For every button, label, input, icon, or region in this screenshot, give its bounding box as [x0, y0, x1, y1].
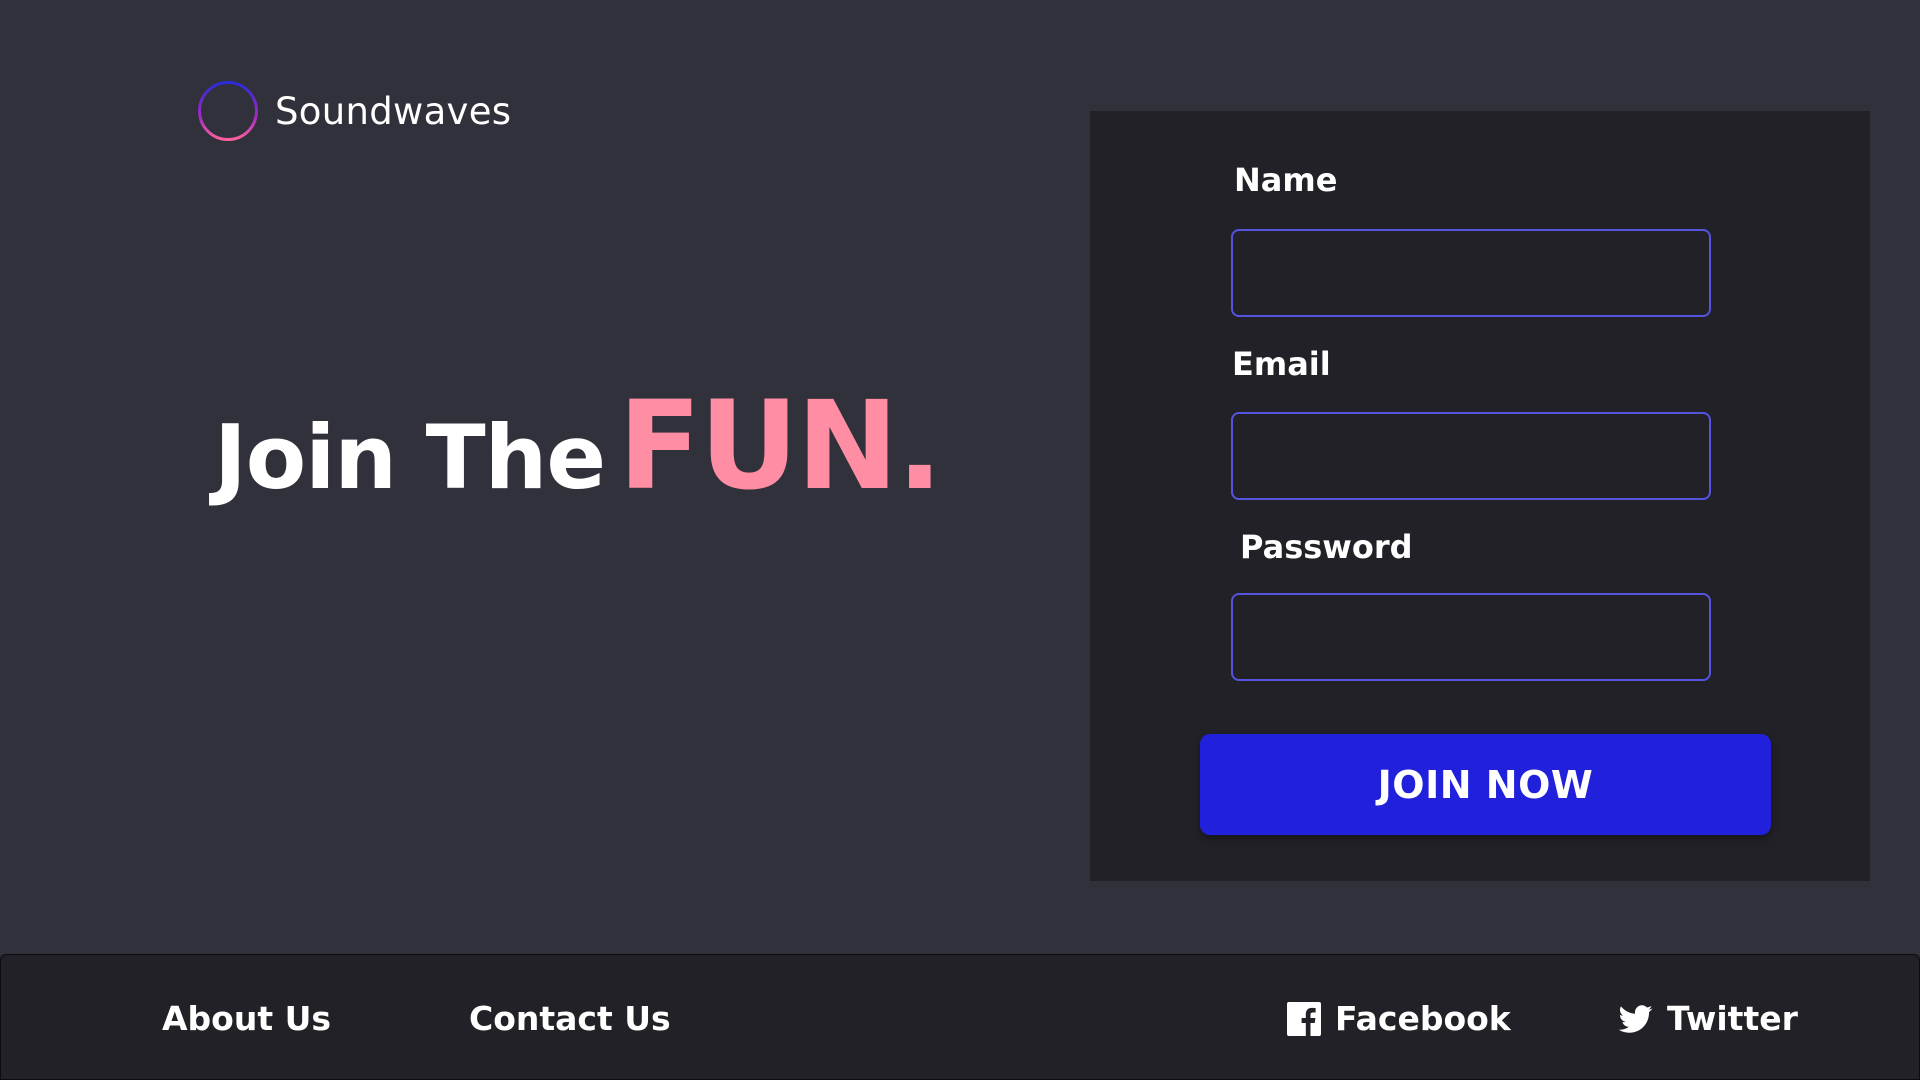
- facebook-icon: [1287, 1001, 1321, 1036]
- signup-page: Soundwaves Join The FUN. Name Email Pass…: [0, 0, 1920, 1080]
- footer-link-facebook[interactable]: Facebook: [1287, 999, 1511, 1038]
- password-label: Password: [1240, 528, 1413, 566]
- join-now-button[interactable]: JOIN NOW: [1200, 734, 1771, 835]
- email-field[interactable]: [1231, 412, 1711, 500]
- email-label: Email: [1232, 345, 1331, 383]
- password-field[interactable]: [1231, 593, 1711, 681]
- hero-headline-main: Join The: [214, 406, 606, 509]
- signup-form: Name Email Password JOIN NOW: [1090, 111, 1870, 881]
- facebook-label: Facebook: [1335, 999, 1511, 1038]
- footer-link-twitter[interactable]: Twitter: [1619, 999, 1798, 1038]
- footer: About Us Contact Us Facebook Twitter: [0, 954, 1920, 1080]
- footer-link-about-us[interactable]: About Us: [162, 999, 331, 1038]
- name-label: Name: [1234, 161, 1338, 199]
- name-field[interactable]: [1231, 229, 1711, 317]
- hero-headline-accent: FUN.: [618, 375, 943, 517]
- twitter-label: Twitter: [1667, 999, 1798, 1038]
- twitter-icon: [1619, 1004, 1653, 1033]
- soundwave-circle-icon: [198, 81, 258, 141]
- hero-headline: Join The FUN.: [214, 385, 943, 509]
- brand-name: Soundwaves: [275, 89, 512, 133]
- brand-logo[interactable]: Soundwaves: [197, 80, 511, 142]
- footer-link-contact-us[interactable]: Contact Us: [469, 999, 671, 1038]
